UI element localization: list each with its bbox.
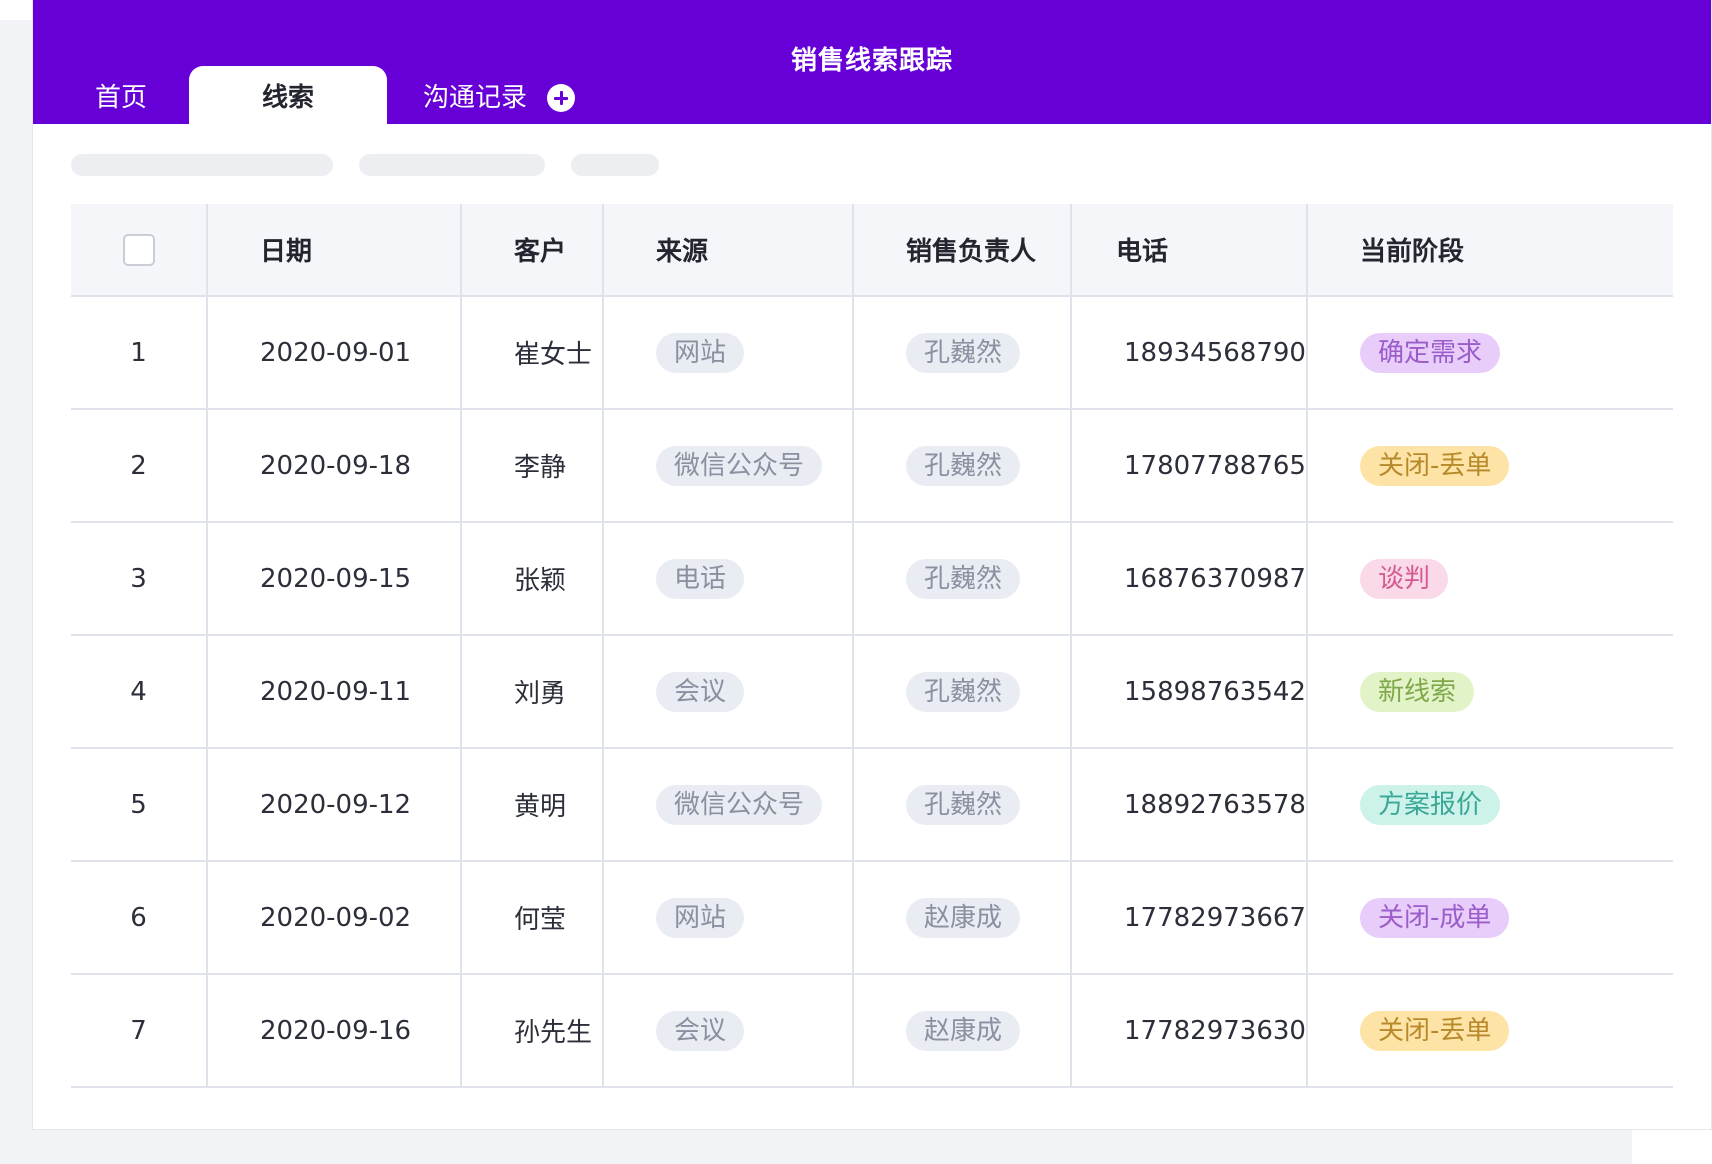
row-number: 3: [71, 522, 207, 636]
owner-tag: 孔巍然: [906, 445, 1021, 486]
cell-date: 2020-09-18: [206, 409, 461, 523]
filter-placeholder: [71, 154, 333, 176]
column-header-source[interactable]: 来源: [602, 204, 853, 297]
column-header-phone[interactable]: 电话: [1070, 204, 1307, 297]
cell-phone: 16876370987: [1070, 522, 1307, 636]
header-select-all: [71, 204, 207, 297]
tab-bar: 首页 线索 沟通记录: [33, 66, 1711, 124]
row-number: 5: [71, 748, 207, 862]
cell-phone: 17807788765: [1070, 409, 1307, 523]
cell-customer[interactable]: 刘勇: [460, 635, 603, 749]
cell-stage: 关闭-丢单: [1306, 974, 1673, 1088]
filter-placeholder: [359, 154, 545, 176]
stage-badge[interactable]: 新线索: [1360, 671, 1475, 712]
cell-date: 2020-09-12: [206, 748, 461, 862]
stage-badge[interactable]: 关闭-成单: [1360, 897, 1510, 938]
table-header-row: 日期 客户 来源 销售负责人 电话 当前阶段: [71, 204, 1673, 297]
cell-customer[interactable]: 何莹: [460, 861, 603, 975]
source-tag: 会议: [656, 671, 745, 712]
cell-phone: 17782973630: [1070, 974, 1307, 1088]
cell-customer[interactable]: 孙先生: [460, 974, 603, 1088]
owner-tag: 孔巍然: [906, 558, 1021, 599]
cell-source: 会议: [602, 635, 853, 749]
cell-owner: 孔巍然: [852, 296, 1071, 410]
tab-home[interactable]: 首页: [73, 66, 169, 124]
cell-source: 电话: [602, 522, 853, 636]
cell-phone: 18892763578: [1070, 748, 1307, 862]
cell-customer[interactable]: 崔女士: [460, 296, 603, 410]
cell-source: 网站: [602, 296, 853, 410]
cell-stage: 关闭-丢单: [1306, 409, 1673, 523]
stage-badge[interactable]: 关闭-丢单: [1360, 1010, 1510, 1051]
row-number: 1: [71, 296, 207, 410]
column-header-stage[interactable]: 当前阶段: [1306, 204, 1673, 297]
stage-badge[interactable]: 关闭-丢单: [1360, 445, 1510, 486]
cell-customer[interactable]: 张颖: [460, 522, 603, 636]
background-strip: [0, 20, 34, 1164]
cell-owner: 孔巍然: [852, 748, 1071, 862]
cell-date: 2020-09-11: [206, 635, 461, 749]
cell-stage: 关闭-成单: [1306, 861, 1673, 975]
cell-owner: 孔巍然: [852, 409, 1071, 523]
owner-tag: 赵康成: [906, 1010, 1021, 1051]
background-strip: [0, 1130, 1632, 1164]
filter-placeholder: [571, 154, 659, 176]
table-row[interactable]: 2 2020-09-18 李静 微信公众号 孔巍然 17807788765 关闭-丢单: [71, 409, 1673, 523]
cell-source: 微信公众号: [602, 409, 853, 523]
row-number: 2: [71, 409, 207, 523]
cell-source: 网站: [602, 861, 853, 975]
select-all-checkbox-icon[interactable]: [122, 233, 155, 266]
cell-phone: 17782973667: [1070, 861, 1307, 975]
cell-owner: 赵康成: [852, 861, 1071, 975]
cell-owner: 孔巍然: [852, 522, 1071, 636]
owner-tag: 赵康成: [906, 897, 1021, 938]
cell-source: 微信公众号: [602, 748, 853, 862]
table-row[interactable]: 4 2020-09-11 刘勇 会议 孔巍然 15898763542 新线索: [71, 635, 1673, 749]
source-tag: 电话: [656, 558, 745, 599]
column-header-date[interactable]: 日期: [206, 204, 461, 297]
add-tab-plus-icon[interactable]: [547, 84, 575, 112]
title-bar: 销售线索跟踪 首页 线索 沟通记录: [33, 0, 1711, 124]
owner-tag: 孔巍然: [906, 332, 1021, 373]
tab-leads[interactable]: 线索: [189, 66, 387, 124]
cell-date: 2020-09-01: [206, 296, 461, 410]
table-row[interactable]: 6 2020-09-02 何莹 网站 赵康成 17782973667 关闭-成单: [71, 861, 1673, 975]
row-number: 6: [71, 861, 207, 975]
source-tag: 会议: [656, 1010, 745, 1051]
row-number: 4: [71, 635, 207, 749]
source-tag: 网站: [656, 897, 745, 938]
cell-stage: 方案报价: [1306, 748, 1673, 862]
tab-records[interactable]: 沟通记录: [423, 66, 603, 124]
stage-badge[interactable]: 确定需求: [1360, 332, 1501, 373]
cell-customer[interactable]: 黄明: [460, 748, 603, 862]
cell-customer[interactable]: 李静: [460, 409, 603, 523]
cell-date: 2020-09-15: [206, 522, 461, 636]
cell-phone: 18934568790: [1070, 296, 1307, 410]
column-header-customer[interactable]: 客户: [460, 204, 603, 297]
stage-badge[interactable]: 方案报价: [1360, 784, 1501, 825]
app-window: 销售线索跟踪 首页 线索 沟通记录 日期 客户 来源 销售负责人 电话 当前阶段…: [32, 0, 1712, 1130]
cell-stage: 新线索: [1306, 635, 1673, 749]
table-row[interactable]: 3 2020-09-15 张颖 电话 孔巍然 16876370987 谈判: [71, 522, 1673, 636]
stage-badge[interactable]: 谈判: [1360, 558, 1449, 599]
cell-phone: 15898763542: [1070, 635, 1307, 749]
cell-source: 会议: [602, 974, 853, 1088]
cell-owner: 赵康成: [852, 974, 1071, 1088]
source-tag: 微信公众号: [656, 784, 823, 825]
source-tag: 微信公众号: [656, 445, 823, 486]
table-row[interactable]: 7 2020-09-16 孙先生 会议 赵康成 17782973630 关闭-丢单: [71, 974, 1673, 1088]
cell-stage: 谈判: [1306, 522, 1673, 636]
table-row[interactable]: 5 2020-09-12 黄明 微信公众号 孔巍然 18892763578 方案报价: [71, 748, 1673, 862]
table-row[interactable]: 1 2020-09-01 崔女士 网站 孔巍然 18934568790 确定需求: [71, 296, 1673, 410]
cell-date: 2020-09-16: [206, 974, 461, 1088]
owner-tag: 孔巍然: [906, 671, 1021, 712]
cell-date: 2020-09-02: [206, 861, 461, 975]
cell-owner: 孔巍然: [852, 635, 1071, 749]
row-number: 7: [71, 974, 207, 1088]
leads-table: 日期 客户 来源 销售负责人 电话 当前阶段 1 2020-09-01 崔女士 网站孔…: [71, 204, 1673, 1088]
source-tag: 网站: [656, 332, 745, 373]
owner-tag: 孔巍然: [906, 784, 1021, 825]
cell-stage: 确定需求: [1306, 296, 1673, 410]
column-header-owner[interactable]: 销售负责人: [852, 204, 1071, 297]
